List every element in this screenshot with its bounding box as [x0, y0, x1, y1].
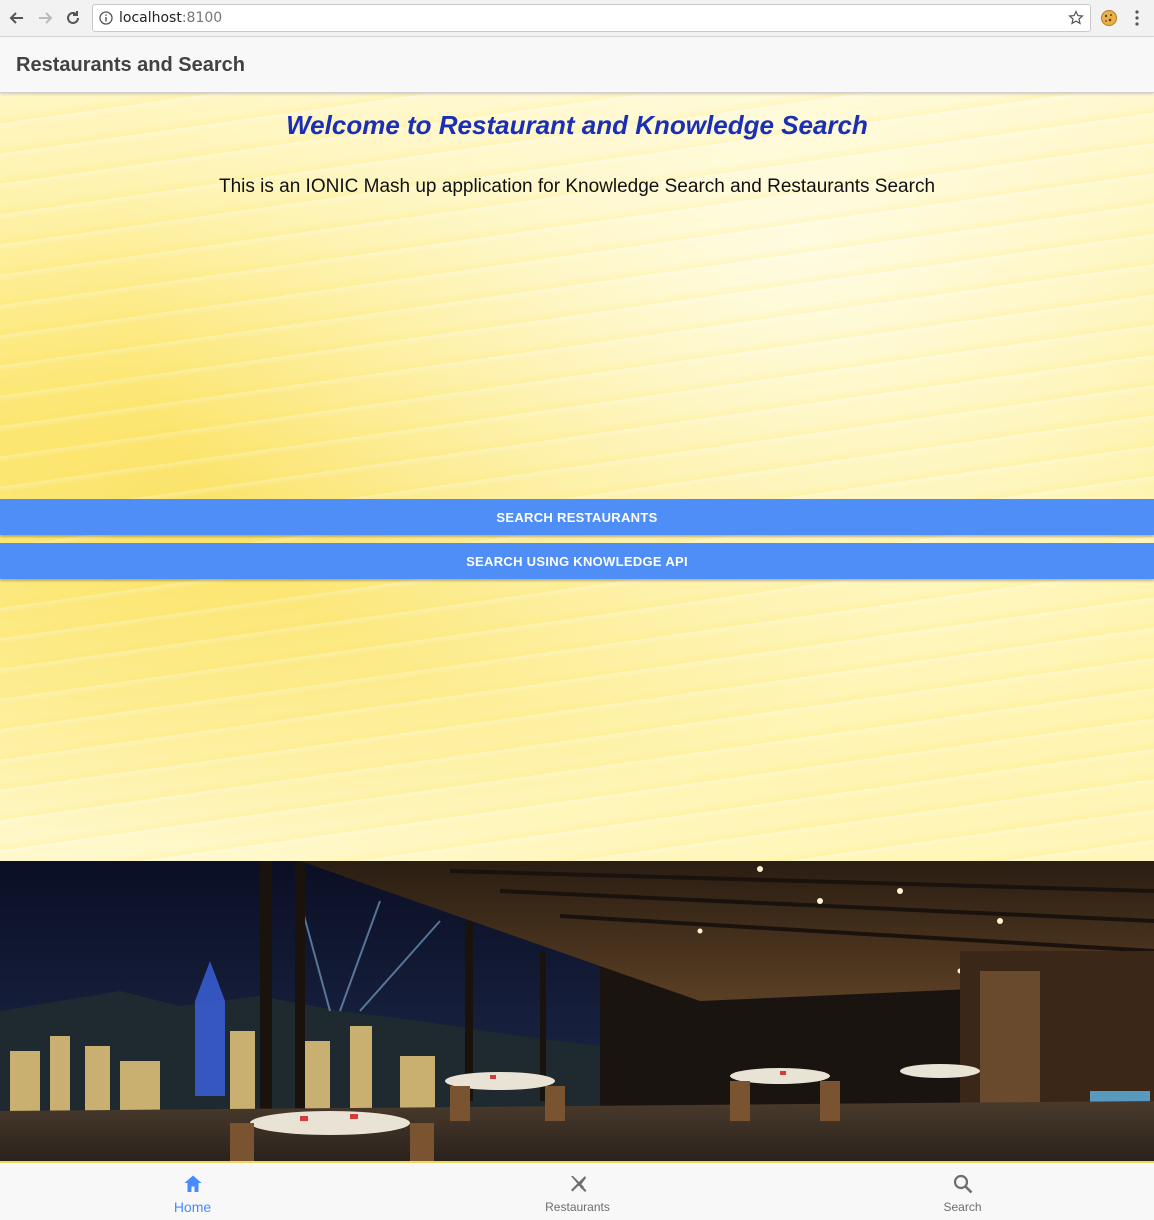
- app-description: This is an IONIC Mash up application for…: [218, 176, 936, 197]
- address-bar[interactable]: localhost:8100: [92, 4, 1091, 32]
- tab-home[interactable]: Home: [0, 1163, 385, 1220]
- restaurant-photo: [0, 861, 1154, 1161]
- welcome-heading: Welcome to Restaurant and Knowledge Sear…: [286, 110, 868, 140]
- tab-home-label: Home: [173, 1199, 212, 1215]
- page-title: Restaurants and Search: [16, 54, 245, 76]
- search-knowledge-api-button[interactable]: SEARCH USING KNOWLEDGE API: [0, 543, 1154, 579]
- bookmark-star-icon[interactable]: [1068, 10, 1084, 26]
- back-icon[interactable]: [6, 7, 28, 29]
- home-icon: [184, 1175, 201, 1192]
- tab-bar: Home Restaurants Search: [0, 1161, 1154, 1220]
- cookie-extension-icon[interactable]: [1100, 9, 1118, 27]
- forward-icon[interactable]: [34, 7, 56, 29]
- tab-restaurants-label: Restaurants: [545, 1200, 610, 1214]
- info-icon[interactable]: [99, 11, 113, 25]
- restaurant-icon: [570, 1176, 586, 1192]
- reload-icon[interactable]: [62, 7, 84, 29]
- app-header: Restaurants and Search: [0, 37, 1154, 93]
- tab-restaurants[interactable]: Restaurants: [385, 1163, 770, 1220]
- search-restaurants-button[interactable]: SEARCH RESTAURANTS: [0, 499, 1154, 535]
- home-content[interactable]: Welcome to Restaurant and Knowledge Sear…: [0, 93, 1154, 861]
- tab-search[interactable]: Search: [770, 1163, 1154, 1220]
- url-text: localhost:8100: [119, 10, 223, 26]
- browser-menu-icon[interactable]: [1128, 9, 1146, 27]
- tab-search-label: Search: [943, 1200, 982, 1214]
- browser-toolbar: localhost:8100: [0, 0, 1154, 37]
- search-icon: [953, 1174, 972, 1194]
